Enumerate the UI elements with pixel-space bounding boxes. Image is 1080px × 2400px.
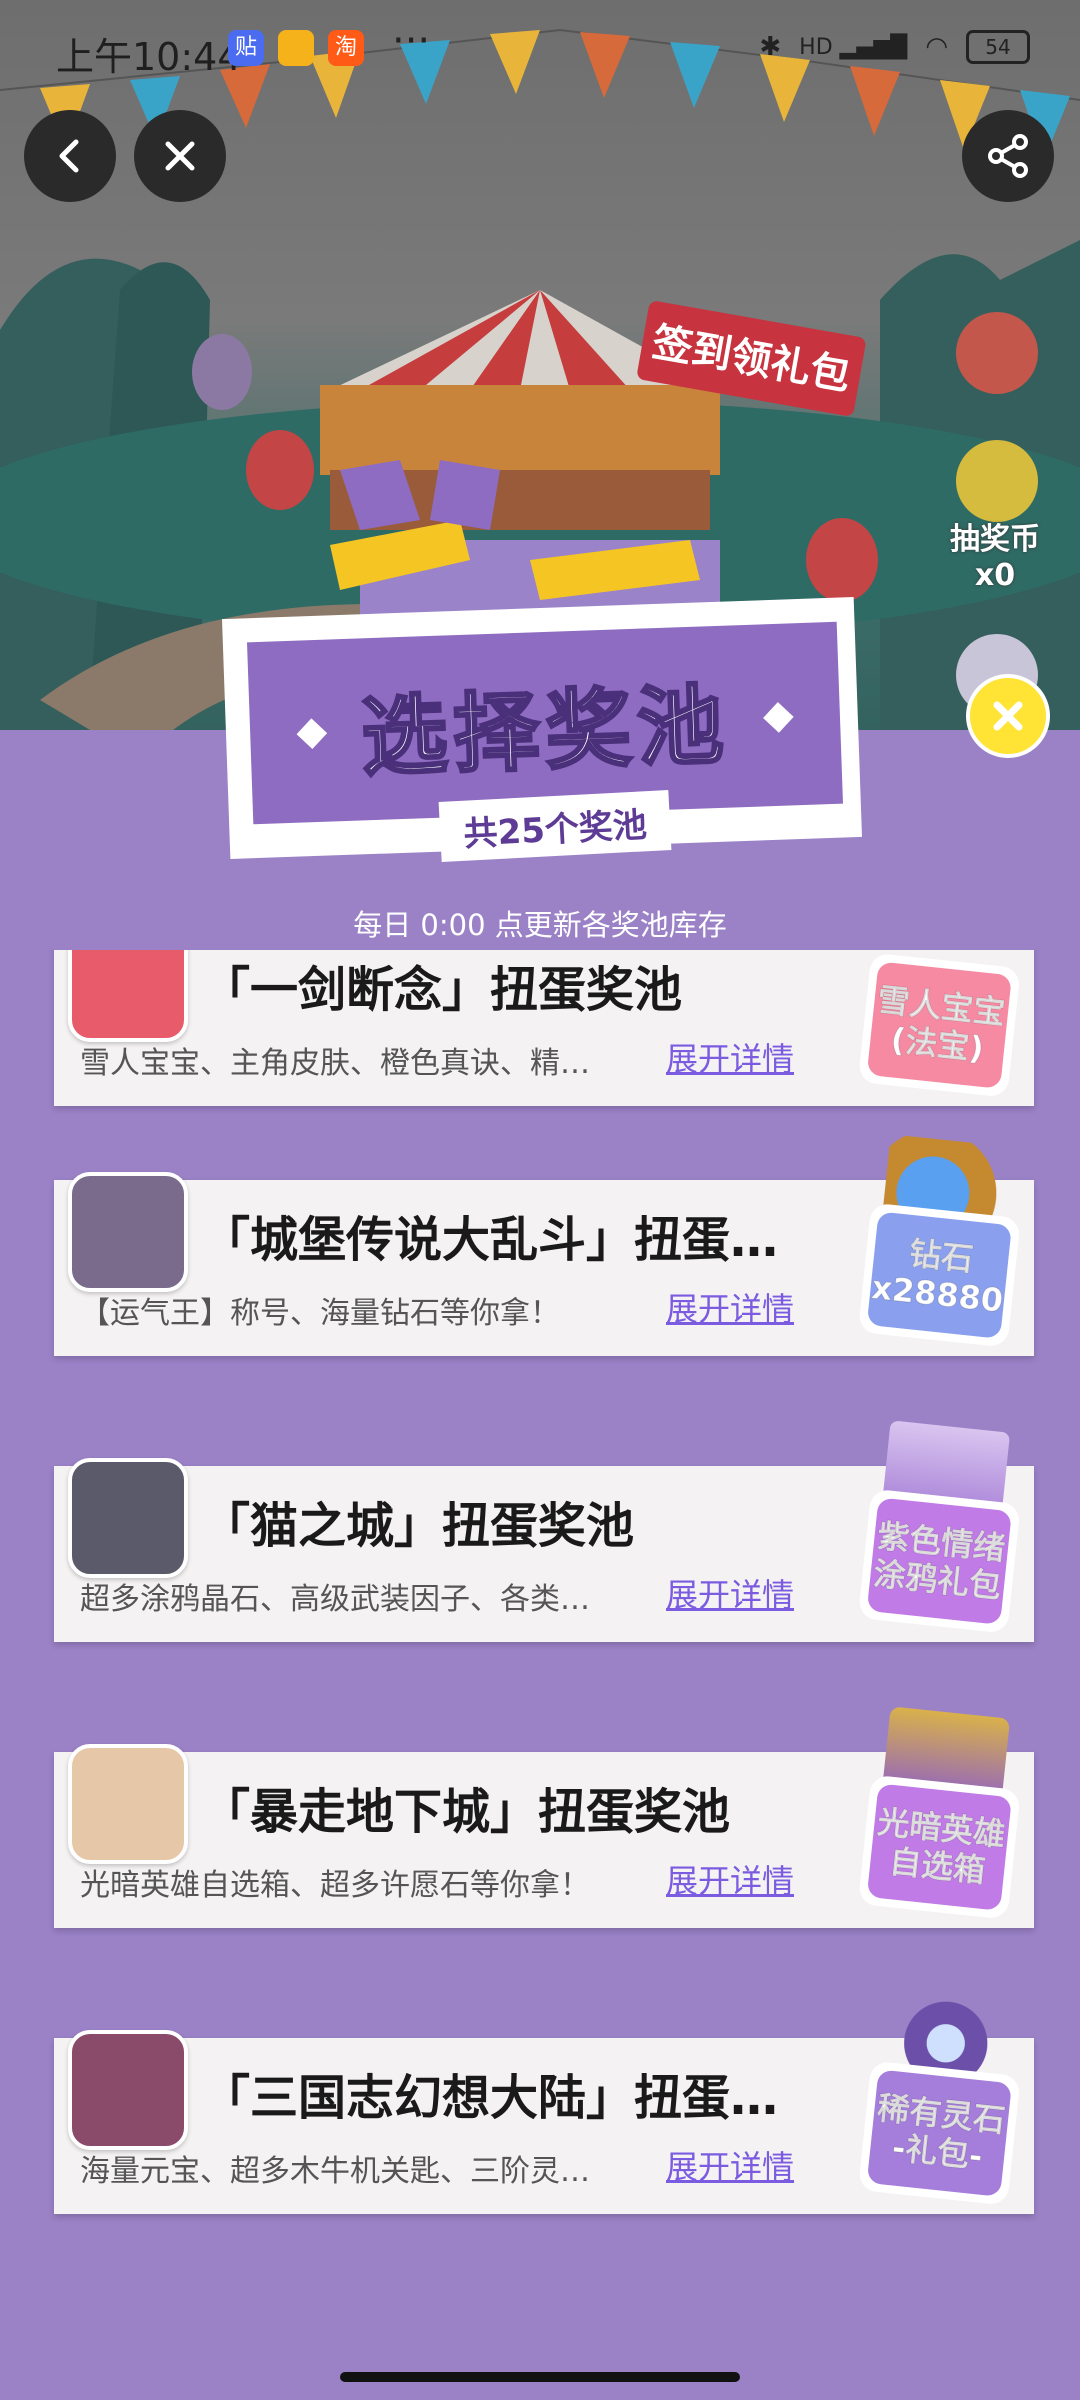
close-icon: [993, 701, 1023, 731]
tieba-app-icon: 贴: [228, 30, 264, 66]
game-icon: [68, 1458, 188, 1578]
network-type: HD: [799, 34, 833, 60]
status-bar: 上午10:44 贴 淘 ··· ✱ HD ▂▄▆█ ◠ 54: [0, 0, 1080, 100]
notes-app-icon: [278, 30, 314, 66]
coin-icon[interactable]: [956, 440, 1038, 522]
expand-details-link[interactable]: 展开详情: [666, 1570, 794, 1616]
prize-label: 光暗英雄 自选箱: [866, 1783, 1012, 1911]
pool-title: 「一剑断念」扭蛋奖池: [202, 962, 683, 1018]
share-icon: [988, 134, 1028, 178]
signal-icon: HD ▂▄▆█: [799, 34, 908, 60]
share-button[interactable]: [962, 110, 1054, 202]
prize-tag: 雪人宝宝 (法宝): [857, 952, 1021, 1098]
prize-label: 钻石 x28880: [866, 1211, 1012, 1339]
expand-details-link[interactable]: 展开详情: [666, 1034, 794, 1080]
pool-list: 「一剑断念」扭蛋奖池 雪人宝宝、主角皮肤、橙色真诀、精… 展开详情 雪人宝宝 (…: [0, 950, 1080, 2310]
status-time: 上午10:44: [56, 35, 242, 79]
battery-icon: 54: [966, 30, 1030, 64]
refresh-note: 每日 0:00 点更新各奖池库存: [353, 908, 727, 942]
expand-details-link[interactable]: 展开详情: [666, 2142, 794, 2188]
home-indicator[interactable]: [340, 2372, 740, 2382]
pool-title: 「猫之城」扭蛋奖池: [202, 1498, 635, 1554]
pool-card[interactable]: 「城堡传说大乱斗」扭蛋… 【运气王】称号、海量钻石等你拿！ 展开详情 钻石 x2…: [54, 1134, 1034, 1356]
pool-count-badge: 共25个奖池: [438, 790, 672, 862]
pool-title: 「三国志幻想大陆」扭蛋…: [202, 2070, 779, 2126]
close-button[interactable]: [134, 110, 226, 202]
game-icon: [68, 1172, 188, 1292]
game-icon: [68, 1744, 188, 1864]
pool-desc: 雪人宝宝、主角皮肤、橙色真诀、精…: [80, 1046, 590, 1081]
close-icon: [165, 141, 195, 171]
prize-badge: 稀有灵石 -礼包-: [844, 1990, 1036, 2207]
prize-tag: 稀有灵石 -礼包-: [857, 2060, 1021, 2206]
bluetooth-icon: ✱: [759, 32, 782, 62]
prize-badge: 光暗英雄 自选箱: [844, 1704, 1036, 1921]
prize-tag: 钻石 x28880: [857, 1202, 1021, 1348]
battery-level: 54: [985, 35, 1011, 59]
pool-card[interactable]: 「一剑断念」扭蛋奖池 雪人宝宝、主角皮肤、橙色真诀、精… 展开详情 雪人宝宝 (…: [54, 950, 1034, 1106]
pool-desc: 超多涂鸦晶石、高级武装因子、各类…: [80, 1582, 590, 1617]
more-notifications-icon: ···: [392, 18, 431, 64]
pool-desc: 海量元宝、超多木牛机关匙、三阶灵…: [80, 2154, 590, 2189]
lottery-coin-count: x0: [974, 558, 1016, 593]
expand-details-link[interactable]: 展开详情: [666, 1284, 794, 1330]
prize-label: 雪人宝宝 (法宝): [866, 961, 1012, 1089]
pool-card[interactable]: 「三国志幻想大陆」扭蛋… 海量元宝、超多木牛机关匙、三阶灵… 展开详情 稀有灵石…: [54, 1992, 1034, 2214]
prize-tag: 光暗英雄 自选箱: [857, 1774, 1021, 1920]
yellow-close-button[interactable]: [966, 674, 1050, 758]
prize-tag: 紫色情绪 涂鸦礼包: [857, 1488, 1021, 1634]
header-panel: ◆ 选择奖池 ◆: [247, 621, 843, 825]
chevron-left-icon: [59, 139, 79, 173]
game-icon: [68, 2030, 188, 2150]
prize-label: 稀有灵石 -礼包-: [866, 2069, 1012, 2197]
pool-desc: 光暗英雄自选箱、超多许愿石等你拿！: [80, 1868, 590, 1903]
taobao-app-icon: 淘: [328, 30, 364, 66]
prize-badge: 雪人宝宝 (法宝): [844, 950, 1036, 1098]
pool-title: 「暴走地下城」扭蛋奖池: [202, 1784, 731, 1840]
diamond-right-icon: ◆: [762, 691, 795, 739]
pool-desc: 【运气王】称号、海量钻石等你拿！: [80, 1296, 560, 1331]
mute-music-icon[interactable]: [956, 312, 1038, 394]
prize-badge: 紫色情绪 涂鸦礼包: [844, 1418, 1036, 1635]
lottery-coin-label: 抽奖币: [950, 522, 1040, 557]
pool-card[interactable]: 「猫之城」扭蛋奖池 超多涂鸦晶石、高级武装因子、各类… 展开详情 紫色情绪 涂鸦…: [54, 1420, 1034, 1642]
game-icon: [68, 950, 188, 1042]
expand-details-link[interactable]: 展开详情: [666, 1856, 794, 1902]
page-title: 选择奖池: [358, 674, 732, 790]
back-button[interactable]: [24, 110, 116, 202]
prize-badge: 钻石 x28880: [844, 1132, 1036, 1349]
pool-card[interactable]: 「暴走地下城」扭蛋奖池 光暗英雄自选箱、超多许愿石等你拿！ 展开详情 光暗英雄 …: [54, 1706, 1034, 1928]
diamond-left-icon: ◆: [295, 707, 328, 755]
status-right: ✱ HD ▂▄▆█ ◠ 54: [759, 30, 1030, 64]
wifi-icon: ◠: [925, 32, 948, 62]
pool-title: 「城堡传说大乱斗」扭蛋…: [202, 1212, 779, 1268]
prize-label: 紫色情绪 涂鸦礼包: [866, 1497, 1012, 1625]
